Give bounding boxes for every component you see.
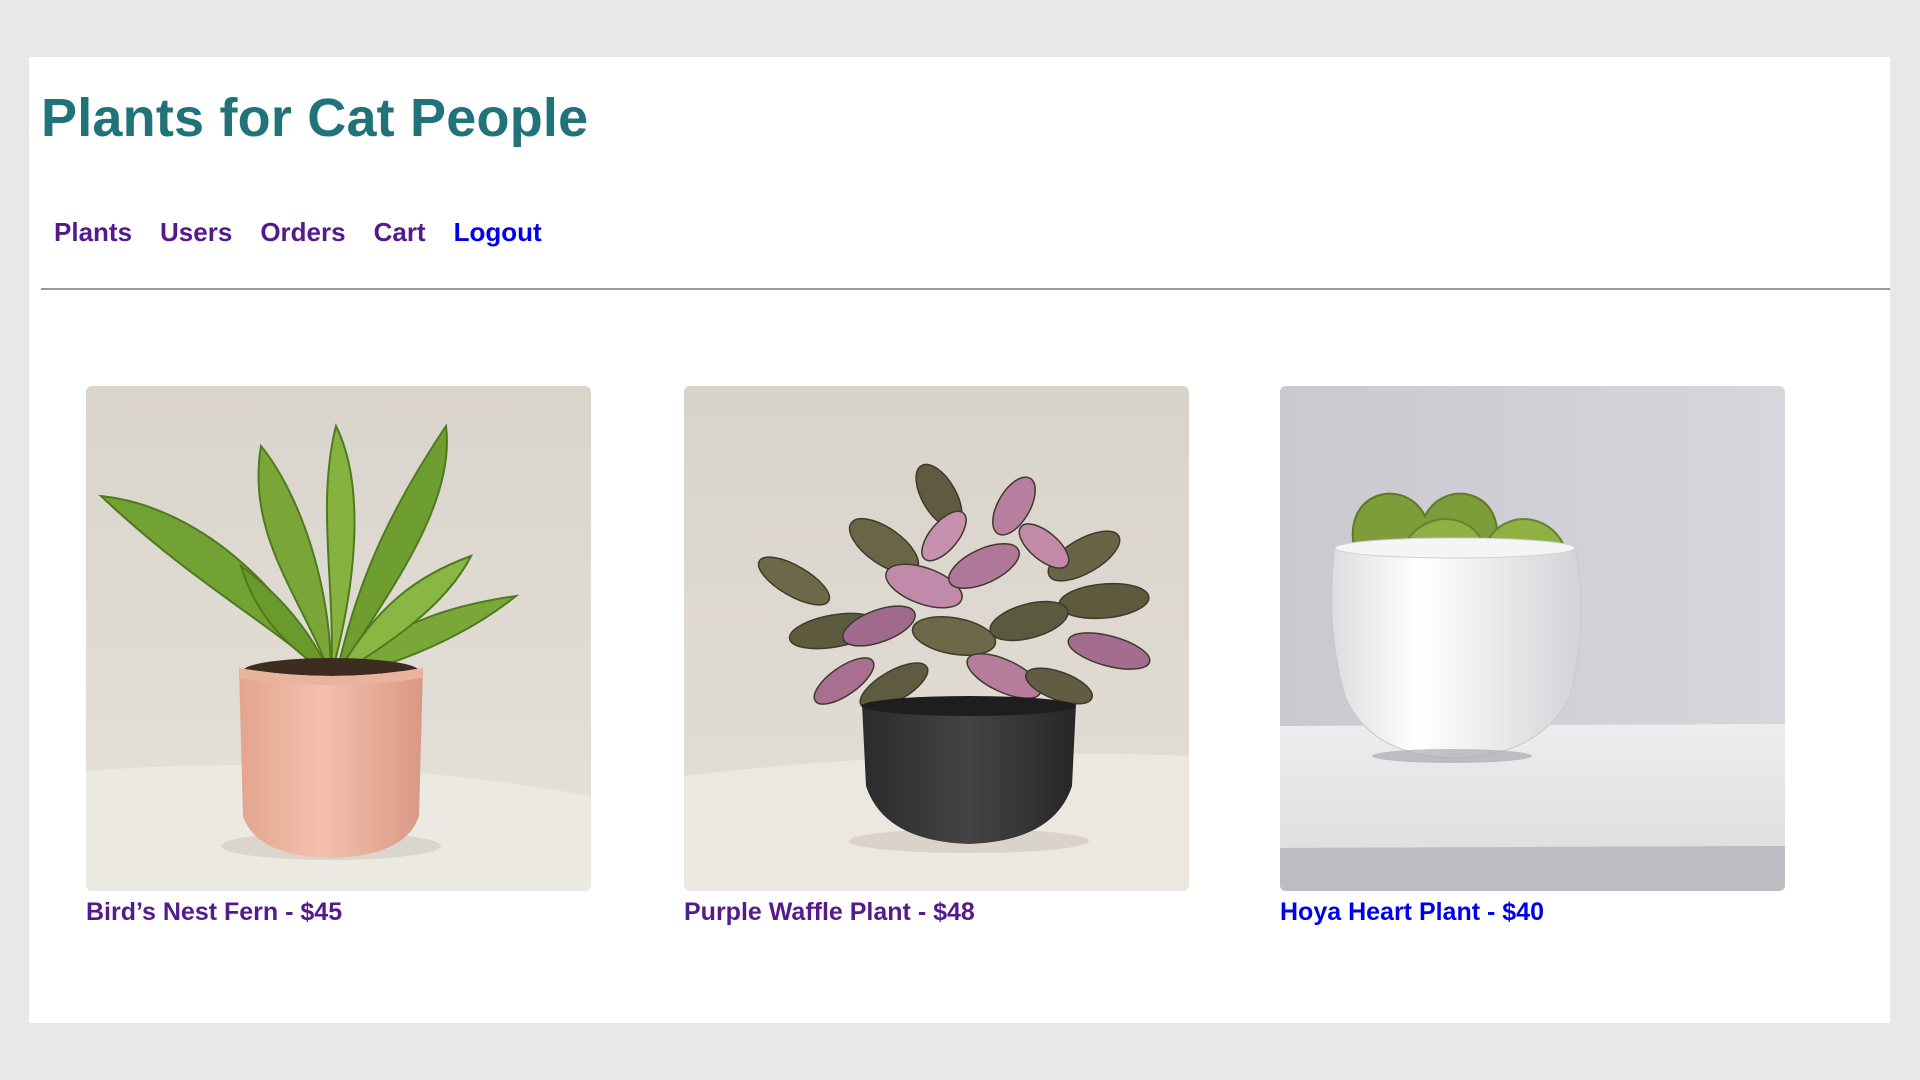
product-image-purple-waffle-plant[interactable] bbox=[684, 386, 1189, 891]
product-link-birds-nest-fern[interactable]: Bird’s Nest Fern - $45 bbox=[86, 898, 591, 927]
main-nav: Plants Users Orders Cart Logout bbox=[54, 217, 542, 248]
product-card-hoya-heart-plant: Hoya Heart Plant - $40 bbox=[1280, 386, 1785, 927]
nav-link-orders[interactable]: Orders bbox=[260, 217, 345, 248]
product-card-birds-nest-fern: Bird’s Nest Fern - $45 bbox=[86, 386, 591, 927]
nav-link-users[interactable]: Users bbox=[160, 217, 232, 248]
nav-link-cart[interactable]: Cart bbox=[374, 217, 426, 248]
nav-link-logout[interactable]: Logout bbox=[454, 217, 542, 248]
product-image-birds-nest-fern[interactable] bbox=[86, 386, 591, 891]
product-link-hoya-heart-plant[interactable]: Hoya Heart Plant - $40 bbox=[1280, 898, 1785, 927]
product-link-purple-waffle-plant[interactable]: Purple Waffle Plant - $48 bbox=[684, 898, 1189, 927]
product-image-hoya-heart-plant[interactable] bbox=[1280, 386, 1785, 891]
nav-link-plants[interactable]: Plants bbox=[54, 217, 132, 248]
product-card-purple-waffle-plant: Purple Waffle Plant - $48 bbox=[684, 386, 1189, 927]
site-title: Plants for Cat People bbox=[41, 88, 589, 148]
header-divider bbox=[41, 288, 1890, 290]
page-container: Plants for Cat People Plants Users Order… bbox=[29, 57, 1890, 1023]
